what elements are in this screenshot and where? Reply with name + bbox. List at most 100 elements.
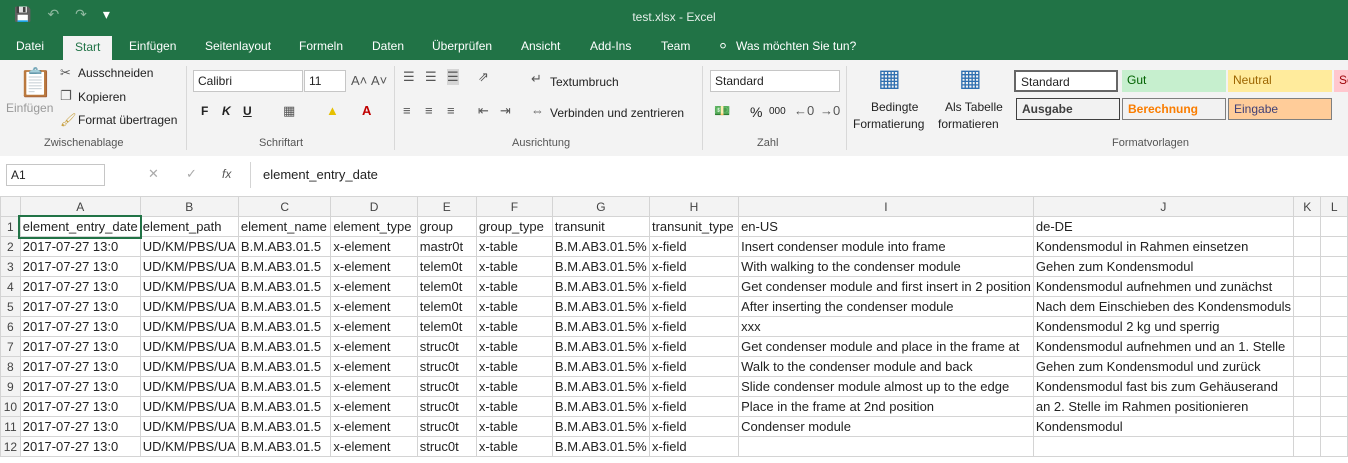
row-header[interactable]: 10 <box>0 396 21 417</box>
tab-daten[interactable]: Daten <box>372 39 404 53</box>
increase-decimal-icon[interactable]: ←0 <box>794 103 814 118</box>
thousands-button[interactable]: 000 <box>769 106 786 117</box>
format-as-table-line2[interactable]: formatieren <box>938 117 999 131</box>
underline-button[interactable]: U <box>243 104 252 118</box>
cell[interactable]: B.M.AB3.01.5% <box>551 376 650 397</box>
insert-function-button[interactable]: fx <box>222 167 231 181</box>
cell[interactable] <box>1320 396 1348 417</box>
conditional-formatting-line2[interactable]: Formatierung <box>853 117 924 131</box>
cell[interactable]: B.M.AB3.01.5% <box>551 396 650 417</box>
cell[interactable]: Gehen zum Kondensmodul und zurück <box>1032 356 1294 377</box>
cell[interactable]: x-element <box>330 236 418 257</box>
cell[interactable]: 2017-07-27 13:0 <box>19 256 141 277</box>
cell[interactable]: de-DE <box>1032 216 1294 237</box>
cell[interactable]: Walk to the condenser module and back <box>738 356 1034 377</box>
cell[interactable] <box>1292 376 1322 397</box>
tab-team[interactable]: Team <box>661 39 690 53</box>
decrease-indent-icon[interactable]: ⇤ <box>478 103 489 119</box>
cell[interactable]: element_name <box>237 216 332 237</box>
cell[interactable]: x-element <box>330 256 418 277</box>
cell[interactable]: en-US <box>738 216 1034 237</box>
percent-button[interactable]: % <box>750 104 762 120</box>
cell[interactable]: x-field <box>648 336 740 357</box>
cell[interactable]: x-element <box>330 316 418 337</box>
cell[interactable]: UD/KM/PBS/UA <box>139 396 239 417</box>
cell[interactable]: Kondensmodul 2 kg und sperrig <box>1032 316 1294 337</box>
column-header[interactable]: G <box>551 196 650 217</box>
cell[interactable] <box>1320 436 1348 457</box>
cell[interactable]: xxx <box>738 316 1034 337</box>
style-schlecht[interactable]: Sc <box>1334 70 1348 92</box>
cell[interactable]: x-field <box>648 416 740 437</box>
cell[interactable]: Kondensmodul aufnehmen und zunächst <box>1032 276 1294 297</box>
cell[interactable]: 2017-07-27 13:0 <box>19 316 141 337</box>
cell[interactable] <box>1292 336 1322 357</box>
font-name-select[interactable]: Calibri <box>193 70 303 92</box>
tab-start[interactable]: Start <box>63 36 113 60</box>
cell[interactable] <box>1292 396 1322 417</box>
cell[interactable]: x-field <box>648 316 740 337</box>
cell[interactable]: x-field <box>648 356 740 377</box>
cell[interactable]: 2017-07-27 13:0 <box>19 436 141 457</box>
cell[interactable]: x-element <box>330 356 418 377</box>
cell[interactable]: B.M.AB3.01.5 <box>237 296 332 317</box>
paste-icon[interactable]: 📋 <box>18 66 53 99</box>
cell[interactable]: element_path <box>139 216 239 237</box>
cell[interactable] <box>1292 296 1322 317</box>
cell[interactable]: After inserting the condenser module <box>738 296 1034 317</box>
cell[interactable]: struc0t <box>416 436 477 457</box>
cell[interactable]: 2017-07-27 13:0 <box>19 376 141 397</box>
cell[interactable]: B.M.AB3.01.5 <box>237 416 332 437</box>
align-bottom-icon[interactable]: ☰ <box>447 69 459 85</box>
cell[interactable]: x-element <box>330 276 418 297</box>
align-top-icon[interactable]: ☰ <box>403 69 415 85</box>
cell[interactable]: group_type <box>475 216 553 237</box>
tab-datei[interactable]: Datei <box>16 39 44 53</box>
cell[interactable]: B.M.AB3.01.5% <box>551 356 650 377</box>
cell[interactable]: x-table <box>475 376 553 397</box>
column-header[interactable]: A <box>19 196 141 217</box>
cell[interactable]: x-element <box>330 396 418 417</box>
tab-add-ins[interactable]: Add-Ins <box>590 39 631 53</box>
cell[interactable]: telem0t <box>416 296 477 317</box>
cell[interactable]: mastr0t <box>416 236 477 257</box>
cell[interactable]: UD/KM/PBS/UA <box>139 376 239 397</box>
row-header[interactable]: 7 <box>0 336 21 357</box>
cell[interactable] <box>1320 316 1348 337</box>
cell[interactable]: B.M.AB3.01.5 <box>237 356 332 377</box>
cell[interactable]: B.M.AB3.01.5 <box>237 336 332 357</box>
align-center-icon[interactable]: ≡ <box>425 103 433 118</box>
column-header[interactable]: B <box>139 196 239 217</box>
cancel-icon[interactable]: ✕ <box>148 166 159 182</box>
column-header[interactable]: E <box>416 196 477 217</box>
cell[interactable]: 2017-07-27 13:0 <box>19 236 141 257</box>
row-header[interactable]: 12 <box>0 436 21 457</box>
borders-icon[interactable]: ▦ <box>283 103 295 119</box>
font-color-icon[interactable]: A <box>362 103 371 118</box>
align-middle-icon[interactable]: ☰ <box>425 69 437 85</box>
format-as-table-icon[interactable]: ▦ <box>959 64 982 93</box>
cell[interactable]: x-table <box>475 296 553 317</box>
format-as-table-line1[interactable]: Als Tabelle <box>945 100 1003 114</box>
tab-formeln[interactable]: Formeln <box>299 39 343 53</box>
cut-button[interactable]: Ausschneiden <box>78 66 153 80</box>
column-header[interactable]: D <box>330 196 418 217</box>
cell[interactable] <box>1320 256 1348 277</box>
row-header[interactable]: 5 <box>0 296 21 317</box>
enter-icon[interactable]: ✓ <box>186 166 197 182</box>
cell[interactable] <box>1320 276 1348 297</box>
row-header[interactable]: 4 <box>0 276 21 297</box>
cell[interactable]: group <box>416 216 477 237</box>
cell[interactable]: x-field <box>648 396 740 417</box>
cell[interactable]: B.M.AB3.01.5 <box>237 236 332 257</box>
cell[interactable]: 2017-07-27 13:0 <box>19 416 141 437</box>
italic-button[interactable]: K <box>222 104 231 118</box>
cell[interactable]: element_type <box>330 216 418 237</box>
cell[interactable]: B.M.AB3.01.5% <box>551 296 650 317</box>
cell[interactable]: x-table <box>475 256 553 277</box>
cell[interactable]: Insert condenser module into frame <box>738 236 1034 257</box>
cell[interactable]: Slide condenser module almost up to the … <box>738 376 1034 397</box>
cell[interactable]: x-table <box>475 416 553 437</box>
cell[interactable]: B.M.AB3.01.5 <box>237 376 332 397</box>
cell[interactable]: Kondensmodul in Rahmen einsetzen <box>1032 236 1294 257</box>
